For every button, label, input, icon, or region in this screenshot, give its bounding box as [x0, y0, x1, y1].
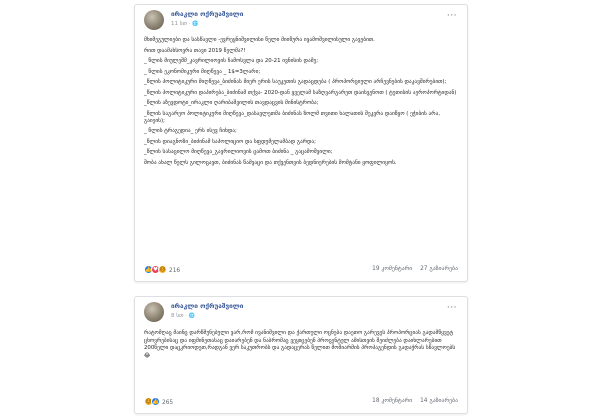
- shares-count[interactable]: 27 გაზიარება: [420, 266, 458, 272]
- post-header: ირაკლი ოქრუაშვილი 11 სთ · 🌐 ···: [135, 5, 467, 35]
- post-line: _ წლის მიულეშმ_კავრილიოვის ჩამოსვლა და 2…: [144, 58, 319, 64]
- post-line: _წლის პოლიტიკური დაპირება_ბიძინამ თქვა- …: [144, 89, 457, 96]
- like-icon: 👍: [151, 397, 160, 406]
- post-card: ირაკლი ოქრუაშვილი 11 სთ · 🌐 ··· მხიმეგულ…: [134, 4, 468, 282]
- comments-count[interactable]: 18 კომენტარი: [372, 398, 412, 404]
- post-line: რით დაამახსოვრა თავი 2019 წელმა?!: [144, 47, 246, 54]
- post-line: მხიმეგულიები და სასწავლი -ევრეყნიშვილისი…: [144, 37, 375, 43]
- post-line: _წლის დიაგნოზი_ბიძინამ საპოლიციო და სფდუ…: [144, 138, 316, 145]
- post-footer: 👍 ♥ ☹ 216 19 კომენტარი 27 გაზიარება: [144, 263, 458, 276]
- post-header: ირაკლი ოქრუაშვილი 8 სთ · 🌐 ···: [135, 297, 467, 327]
- post-line: შობა ახალ წელს გილოცავთ, ბიძინას წამვაცი…: [144, 159, 397, 166]
- post-meta[interactable]: 8 სთ · 🌐: [171, 313, 195, 319]
- sad-icon: ☹: [158, 265, 167, 274]
- post-line: _ წლის ეკონომიკური მიღწევა _ 1$=3ლარი;: [144, 68, 261, 75]
- post-meta[interactable]: 11 სთ · 🌐: [171, 21, 198, 27]
- post-line: _წლის სასაცილო მიღწევა_გავრილიოვის ცამოთ…: [144, 149, 333, 156]
- reaction-count[interactable]: 216: [169, 268, 180, 274]
- post-line: _წლის საგარეო პოლიტიკური მიღწევა_დასავლე…: [144, 110, 441, 124]
- post-card: ირაკლი ოქრუაშვილი 8 სთ · 🌐 ··· რატომღაც …: [134, 296, 468, 414]
- shares-count[interactable]: 14 გაზიარება: [420, 398, 458, 404]
- post-line: _ წლის ტრაგედია_ ერს ისევ ჩიხდა;: [144, 128, 237, 135]
- author-name[interactable]: ირაკლი ოქრუაშვილი: [171, 10, 243, 18]
- post-stats: 19 კომენტარი 27 გაზიარება: [372, 266, 458, 272]
- post-time[interactable]: 11 სთ: [171, 21, 187, 27]
- post-text: მხიმეგულიები და სასწავლი -ევრეყნიშვილისი…: [135, 35, 467, 167]
- author-name[interactable]: ირაკლი ოქრუაშვილი: [171, 302, 243, 310]
- reaction-count[interactable]: 265: [162, 400, 173, 406]
- post-time[interactable]: 8 სთ: [171, 313, 184, 319]
- avatar[interactable]: [144, 302, 164, 322]
- post-text: რატომღაც მაინც დარწმუნებული ვარ,რომ ივან…: [144, 330, 456, 359]
- globe-icon: · 🌐: [185, 313, 195, 319]
- post-stats: 18 კომენტარი 14 გაზიარება: [372, 398, 458, 404]
- post-line: _წლის აზევდოტი_ირაკლი ღარიბაშვილის თავდა…: [144, 100, 319, 106]
- comments-count[interactable]: 19 კომენტარი: [372, 266, 412, 272]
- post-menu-button[interactable]: ···: [447, 11, 457, 21]
- avatar[interactable]: [144, 10, 164, 30]
- post-footer: ☺ 👍 265 18 კომენტარი 14 გაზიარება: [144, 395, 458, 408]
- globe-icon: · 🌐: [188, 21, 199, 27]
- post-menu-button[interactable]: ···: [447, 303, 457, 313]
- post-line: _წლის პოლიტიკური მიღწევა_ბიძინას მიერ ერ…: [144, 79, 447, 85]
